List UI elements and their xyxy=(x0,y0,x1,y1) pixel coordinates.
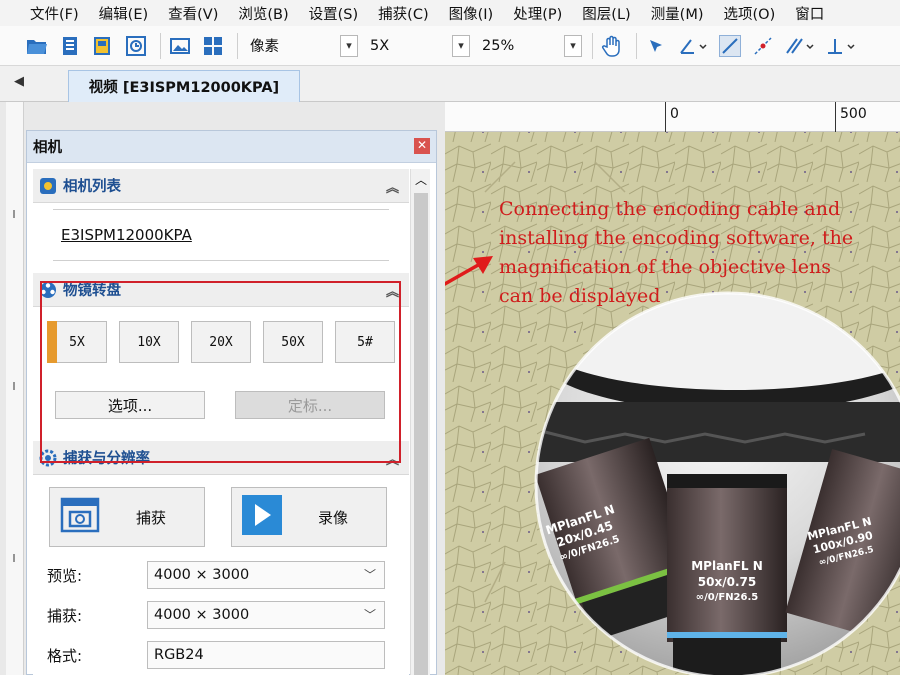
menu-image[interactable]: 图像(I) xyxy=(449,3,494,24)
scroll-up-icon[interactable]: ︿ xyxy=(411,169,431,189)
play-icon xyxy=(242,495,282,539)
polyline-tool-icon[interactable] xyxy=(752,35,774,57)
menu-settings[interactable]: 设置(S) xyxy=(309,3,359,24)
chevron-down-icon[interactable]: ▾ xyxy=(564,34,582,57)
select-arrow-icon[interactable] xyxy=(645,35,667,57)
parallel-tool-icon[interactable] xyxy=(785,35,815,57)
format-select[interactable]: RGB24 xyxy=(147,641,385,669)
chevron-down-icon[interactable]: ▾ xyxy=(452,34,470,57)
menu-bar: 文件(F) 编辑(E) 查看(V) 浏览(B) 设置(S) 捕获(C) 图像(I… xyxy=(0,0,900,26)
scrollbar-thumb[interactable] xyxy=(414,193,428,675)
chevron-down-icon: ﹀ xyxy=(363,608,376,622)
hand-pan-icon[interactable] xyxy=(601,35,623,57)
line-tool-icon[interactable] xyxy=(719,34,741,57)
chevron-down-icon: ﹀ xyxy=(363,568,376,582)
tab-video[interactable]: 视频 [E3ISPM12000KPA] xyxy=(68,70,300,102)
zoom-select[interactable]: 25% ▾ xyxy=(478,34,582,58)
document-tab-bar: ◀ 视频 [E3ISPM12000KPA] xyxy=(0,66,900,102)
capture-button-label: 捕获 xyxy=(136,508,167,527)
toolbar-separator xyxy=(636,32,637,59)
preview-resolution-row: 预览: 4000 × 3000 ﹀ xyxy=(33,555,409,595)
close-icon[interactable]: ✕ xyxy=(414,138,430,154)
capture-button-row: 捕获 录像 xyxy=(33,475,409,547)
menu-view[interactable]: 查看(V) xyxy=(168,3,218,24)
unit-select-value: 像素 xyxy=(250,39,279,55)
collapse-icon[interactable]: ︽ xyxy=(386,177,399,196)
open-folder-icon[interactable] xyxy=(26,35,48,57)
lens-label-50x: MPlanFL N 50x/0.75 ∞/0/FN26.5 xyxy=(675,558,779,606)
horizontal-ruler: 0 500 xyxy=(445,102,900,132)
record-button-label: 录像 xyxy=(318,508,349,527)
toolbar-separator xyxy=(160,32,161,59)
capture-button[interactable]: 捕获 xyxy=(49,487,205,547)
preview-resolution-value: 4000 × 3000 xyxy=(154,567,250,583)
perpendicular-tool-icon[interactable] xyxy=(826,35,856,57)
lens-50x-line1: MPlanFL N xyxy=(691,559,763,573)
ruler-tick-label: 0 xyxy=(665,102,679,132)
preview-resolution-select[interactable]: 4000 × 3000 ﹀ xyxy=(147,561,385,589)
unit-select[interactable]: 像素 ▾ xyxy=(246,34,358,58)
toolbar-separator xyxy=(237,32,238,59)
menu-layer[interactable]: 图层(L) xyxy=(582,3,630,24)
camera-panel-title: 相机 xyxy=(33,140,62,156)
menu-file[interactable]: 文件(F) xyxy=(30,3,79,24)
menu-browse[interactable]: 浏览(B) xyxy=(238,3,288,24)
camera-list-title: 相机列表 xyxy=(63,179,121,195)
objective-select-value: 5X xyxy=(370,37,390,54)
capture-camera-icon xyxy=(60,495,100,539)
format-row: 格式: RGB24 xyxy=(33,635,409,675)
gallery-icon[interactable] xyxy=(92,35,114,57)
turret-highlight-box xyxy=(40,281,401,463)
annotation-line: installing the encoding software, the xyxy=(499,227,854,249)
camera-panel-header: 相机 ✕ xyxy=(27,131,436,163)
preview-label: 预览: xyxy=(47,566,83,585)
lens-50x-line2: 50x/0.75 xyxy=(697,575,757,589)
grid-icon[interactable] xyxy=(202,35,224,57)
annotation-line: Connecting the encoding cable and xyxy=(499,198,841,220)
annotation-line: magnification of the objective lens xyxy=(499,256,831,278)
divider xyxy=(53,209,389,210)
capture-resolution-select[interactable]: 4000 × 3000 ﹀ xyxy=(147,601,385,629)
format-label: 格式: xyxy=(47,646,83,665)
menu-measure[interactable]: 测量(M) xyxy=(651,3,704,24)
annotation-line: can be displayed xyxy=(499,285,661,307)
capture-label: 捕获: xyxy=(47,606,83,625)
camera-list-icon xyxy=(39,177,57,195)
panel-scrollbar[interactable]: ︿ xyxy=(410,169,430,675)
menu-edit[interactable]: 编辑(E) xyxy=(99,3,148,24)
tab-scroll-left-icon[interactable]: ◀ xyxy=(14,74,24,89)
chevron-down-icon[interactable]: ▾ xyxy=(340,34,358,57)
menu-process[interactable]: 处理(P) xyxy=(513,3,562,24)
camera-list-header[interactable]: 相机列表 ︽ xyxy=(33,169,409,203)
image-viewport[interactable]: MPlanFL N 20x/0.45 ∞/0/FN26.5 MPlanFL N … xyxy=(445,102,900,675)
tab-video-label: 视频 [E3ISPM12000KPA] xyxy=(88,80,280,96)
save-icon[interactable] xyxy=(59,35,81,57)
timer-icon[interactable] xyxy=(125,35,147,57)
toolbar-separator xyxy=(592,32,593,59)
annotation-text: Connecting the encoding cable and instal… xyxy=(499,195,899,311)
capture-resolution-row: 捕获: 4000 × 3000 ﹀ xyxy=(33,595,409,635)
format-value: RGB24 xyxy=(154,647,204,663)
menu-options[interactable]: 选项(O) xyxy=(724,3,776,24)
capture-resolution-value: 4000 × 3000 xyxy=(154,607,250,623)
ruler-tick-label: 500 xyxy=(835,102,867,132)
menu-capture[interactable]: 捕获(C) xyxy=(378,3,428,24)
vertical-ruler xyxy=(6,102,24,675)
objective-select[interactable]: 5X ▾ xyxy=(366,34,470,58)
zoom-select-value: 25% xyxy=(482,37,515,54)
toolbar: 像素 ▾ 5X ▾ 25% ▾ xyxy=(0,26,900,66)
lens-50x-line3: ∞/0/FN26.5 xyxy=(695,592,759,603)
angle-tool-icon[interactable] xyxy=(678,35,708,57)
record-button[interactable]: 录像 xyxy=(231,487,387,547)
image-icon[interactable] xyxy=(169,35,191,57)
menu-window[interactable]: 窗口 xyxy=(795,3,824,24)
camera-list-item[interactable]: E3ISPM12000KPA xyxy=(61,226,409,244)
microscope-image xyxy=(445,102,900,675)
